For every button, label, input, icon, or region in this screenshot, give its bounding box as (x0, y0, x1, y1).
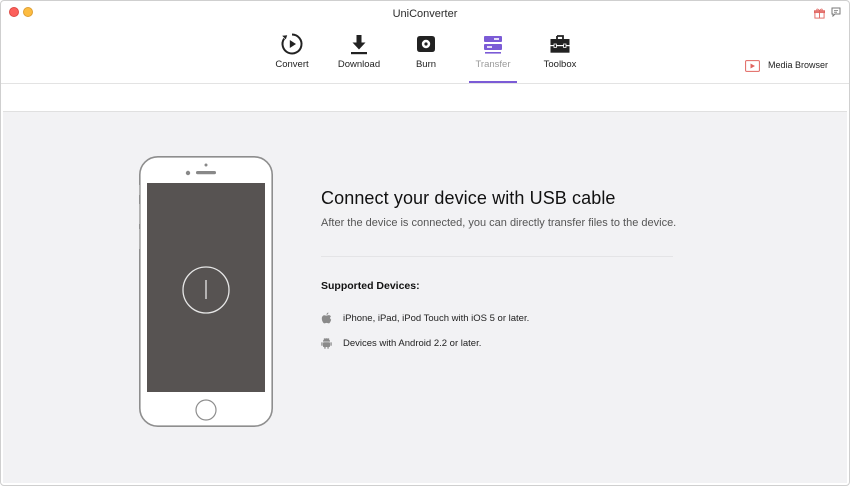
list-item: iPhone, iPad, iPod Touch with iOS 5 or l… (321, 311, 529, 325)
phone-illustration (139, 156, 273, 427)
app-window: UniConverter Convert Download Burn Trans… (0, 0, 850, 486)
device-support-text: Devices with Android 2.2 or later. (343, 337, 482, 349)
tab-label: Burn (415, 59, 437, 70)
android-icon (321, 338, 332, 349)
app-title: UniConverter (392, 8, 458, 20)
media-browser-button[interactable]: Media Browser (745, 57, 828, 73)
connect-description: After the device is connected, you can d… (321, 217, 677, 229)
tab-label: Toolbox (543, 59, 577, 70)
tab-burn[interactable]: Burn (394, 30, 458, 82)
gift-icon[interactable] (814, 8, 825, 19)
download-icon (351, 35, 367, 55)
toolbox-icon (550, 35, 570, 53)
media-browser-icon (745, 59, 760, 72)
tab-toolbox[interactable]: Toolbox (528, 30, 592, 82)
tab-label: Download (337, 59, 381, 70)
tab-transfer[interactable]: Transfer (461, 30, 525, 83)
device-support-text: iPhone, iPad, iPod Touch with iOS 5 or l… (343, 312, 530, 324)
section-divider (321, 256, 673, 257)
title-bar: UniConverter (1, 1, 849, 25)
connect-headline: Connect your device with USB cable (321, 188, 616, 208)
feedback-icon[interactable] (831, 7, 841, 17)
tab-label: Transfer (475, 59, 511, 70)
burn-icon (417, 36, 435, 52)
apple-icon (321, 312, 332, 324)
active-tab-indicator (469, 81, 517, 83)
transfer-content-area: Connect your device with USB cable After… (3, 112, 847, 483)
main-toolbar: Convert Download Burn Transfer Toolbox M… (1, 25, 849, 84)
tab-convert[interactable]: Convert (260, 30, 324, 82)
media-browser-label: Media Browser (768, 60, 829, 70)
tab-label: Convert (275, 59, 309, 70)
convert-icon (281, 33, 303, 55)
tab-download[interactable]: Download (327, 30, 391, 82)
sub-toolbar-band (3, 84, 847, 112)
transfer-icon (484, 36, 502, 54)
supported-devices-title: Supported Devices: (321, 280, 420, 292)
list-item: Devices with Android 2.2 or later. (321, 336, 481, 350)
